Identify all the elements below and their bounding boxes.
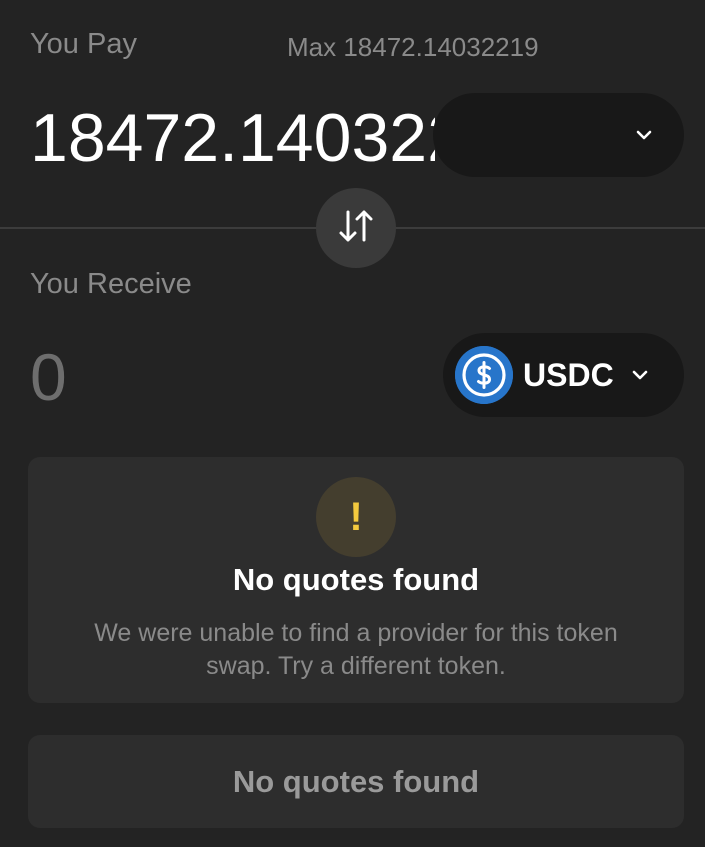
swap-direction-button[interactable] bbox=[316, 188, 396, 268]
warning-icon: ! bbox=[316, 477, 396, 557]
swap-arrows-icon bbox=[334, 204, 378, 253]
pay-amount-container bbox=[30, 94, 435, 184]
usdc-logo-icon bbox=[455, 346, 513, 404]
warning-mark: ! bbox=[349, 495, 363, 539]
pay-token-selector[interactable] bbox=[433, 93, 684, 177]
receive-token-symbol: USDC bbox=[523, 356, 614, 393]
chevron-down-icon bbox=[632, 123, 656, 147]
quote-message: We were unable to find a provider for th… bbox=[94, 619, 618, 680]
pay-amount-input[interactable] bbox=[30, 94, 435, 182]
max-balance-link[interactable]: Max 18472.14032219 bbox=[287, 32, 539, 63]
you-pay-label: You Pay bbox=[30, 28, 137, 60]
you-receive-label: You Receive bbox=[30, 268, 192, 300]
quote-title: No quotes found bbox=[232, 562, 480, 597]
swap-panel: You Pay Max 18472.14032219 You Receive 0 bbox=[0, 0, 705, 847]
no-quotes-card: ! No quotes found We were unable to find… bbox=[28, 457, 684, 703]
swap-action-button[interactable]: No quotes found bbox=[28, 735, 684, 828]
receive-token-selector[interactable]: USDC bbox=[443, 333, 684, 417]
receive-amount: 0 bbox=[30, 340, 67, 414]
chevron-down-icon bbox=[628, 363, 652, 387]
